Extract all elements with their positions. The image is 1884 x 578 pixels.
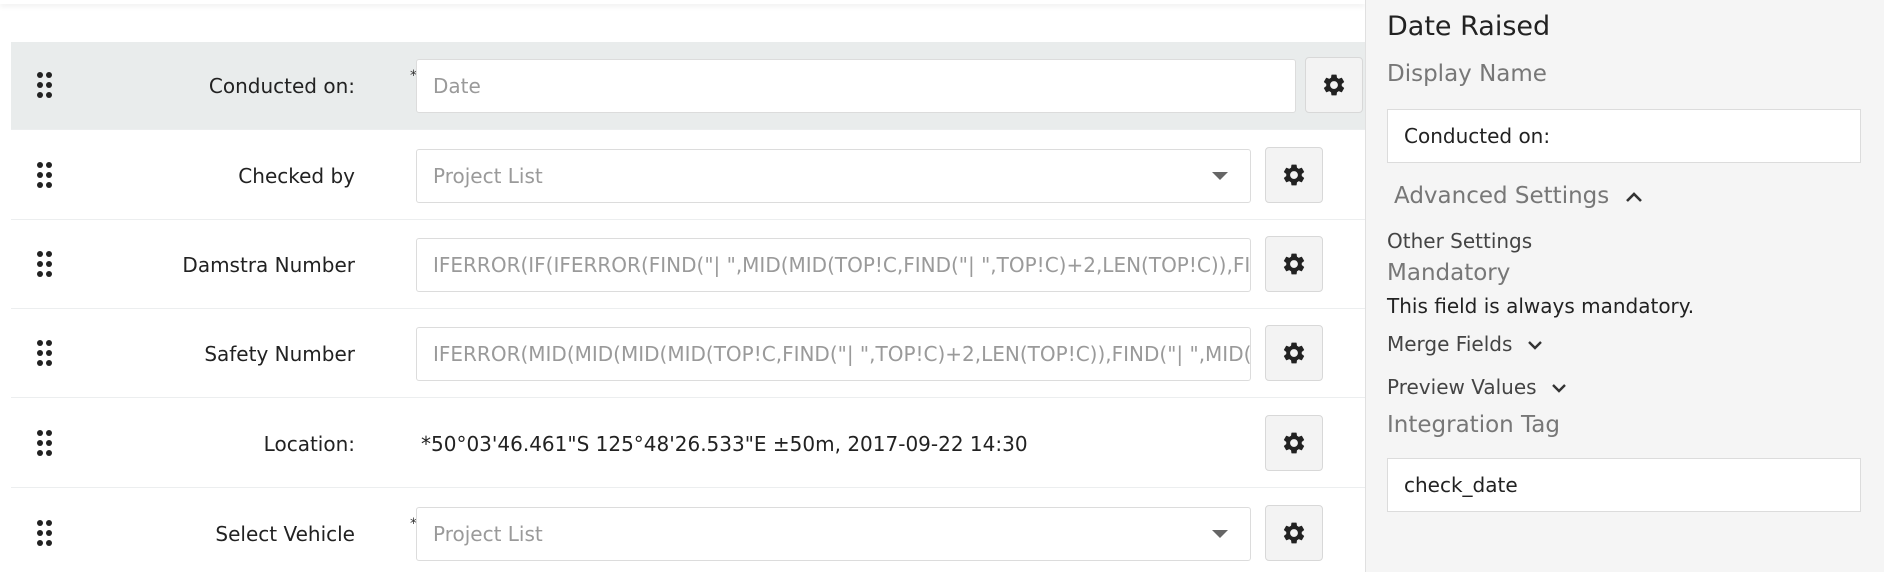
select-placeholder: Project List [433,164,543,188]
field-label: Safety Number [204,342,355,366]
form-row-safety-number[interactable]: Safety Number IFERROR(MID(MID(MID(MID(TO… [11,310,1365,398]
display-name-label: Display Name [1387,61,1547,87]
form-row-damstra-number[interactable]: Damstra Number IFERROR(IF(IFERROR(FIND("… [11,221,1365,309]
advanced-settings-label: Advanced Settings [1394,183,1610,209]
gear-icon [1283,253,1305,275]
formula-input[interactable]: IFERROR(MID(MID(MID(MID(TOP!C,FIND("| ",… [416,327,1251,381]
drag-handle-icon[interactable] [37,430,53,460]
gear-icon [1323,74,1345,96]
drag-handle-icon[interactable] [37,251,53,281]
caret-down-icon [1212,172,1228,180]
mandatory-label: Mandatory [1387,260,1511,286]
drag-handle-icon[interactable] [37,340,53,370]
preview-values-label: Preview Values [1387,375,1537,399]
field-label: Checked by [238,164,355,188]
field-settings-button[interactable] [1265,505,1323,561]
chevron-down-icon [1527,341,1542,350]
gear-icon [1283,342,1305,364]
mandatory-description: This field is always mandatory. [1387,294,1695,318]
field-settings-button[interactable] [1265,147,1323,203]
field-settings-button[interactable] [1265,236,1323,292]
merge-fields-toggle[interactable]: Merge Fields [1387,332,1543,356]
gear-icon [1283,164,1305,186]
gear-icon [1283,522,1305,544]
drag-handle-icon[interactable] [37,520,53,550]
field-label: Damstra Number [182,253,355,277]
field-settings-button[interactable] [1265,415,1323,471]
formula-input[interactable]: IFERROR(IF(IFERROR(FIND("| ",MID(MID(TOP… [416,238,1251,292]
gear-icon [1283,432,1305,454]
merge-fields-label: Merge Fields [1387,332,1513,356]
drag-handle-icon[interactable] [37,162,53,192]
select-placeholder: Project List [433,522,543,546]
field-label: Conducted on: [208,74,355,98]
field-label: Location: [263,432,355,456]
top-shadow [0,0,1365,4]
field-settings-button[interactable] [1265,325,1323,381]
other-settings-label: Other Settings [1387,229,1533,253]
form-row-conducted-on[interactable]: Conducted on: * Date [11,42,1365,130]
integration-tag-input[interactable]: check_date [1387,458,1861,512]
advanced-settings-toggle[interactable]: Advanced Settings [1394,183,1643,209]
preview-values-toggle[interactable]: Preview Values [1387,375,1567,399]
field-properties-panel: Date Raised Display Name Conducted on: A… [1365,0,1884,572]
form-builder: Conducted on: * Date Checked by Project … [0,0,1365,572]
caret-down-icon [1212,530,1228,538]
field-settings-button[interactable] [1305,57,1363,113]
project-list-select[interactable]: Project List [416,507,1251,561]
location-value: *50°03'46.461"S 125°48'26.533"E ±50m, 20… [421,432,1028,456]
display-name-input[interactable]: Conducted on: [1387,109,1861,163]
integration-tag-label: Integration Tag [1387,412,1560,438]
field-label: Select Vehicle [215,522,355,546]
date-input[interactable]: Date [416,59,1296,113]
project-list-select[interactable]: Project List [416,149,1251,203]
form-row-select-vehicle[interactable]: Select Vehicle * Project List [11,490,1365,578]
chevron-up-icon [1625,191,1642,202]
chevron-down-icon [1552,384,1566,393]
form-row-location[interactable]: Location: *50°03'46.461"S 125°48'26.533"… [11,400,1365,488]
form-row-checked-by[interactable]: Checked by Project List [11,132,1365,220]
drag-handle-icon[interactable] [37,72,53,102]
panel-title: Date Raised [1387,11,1551,42]
